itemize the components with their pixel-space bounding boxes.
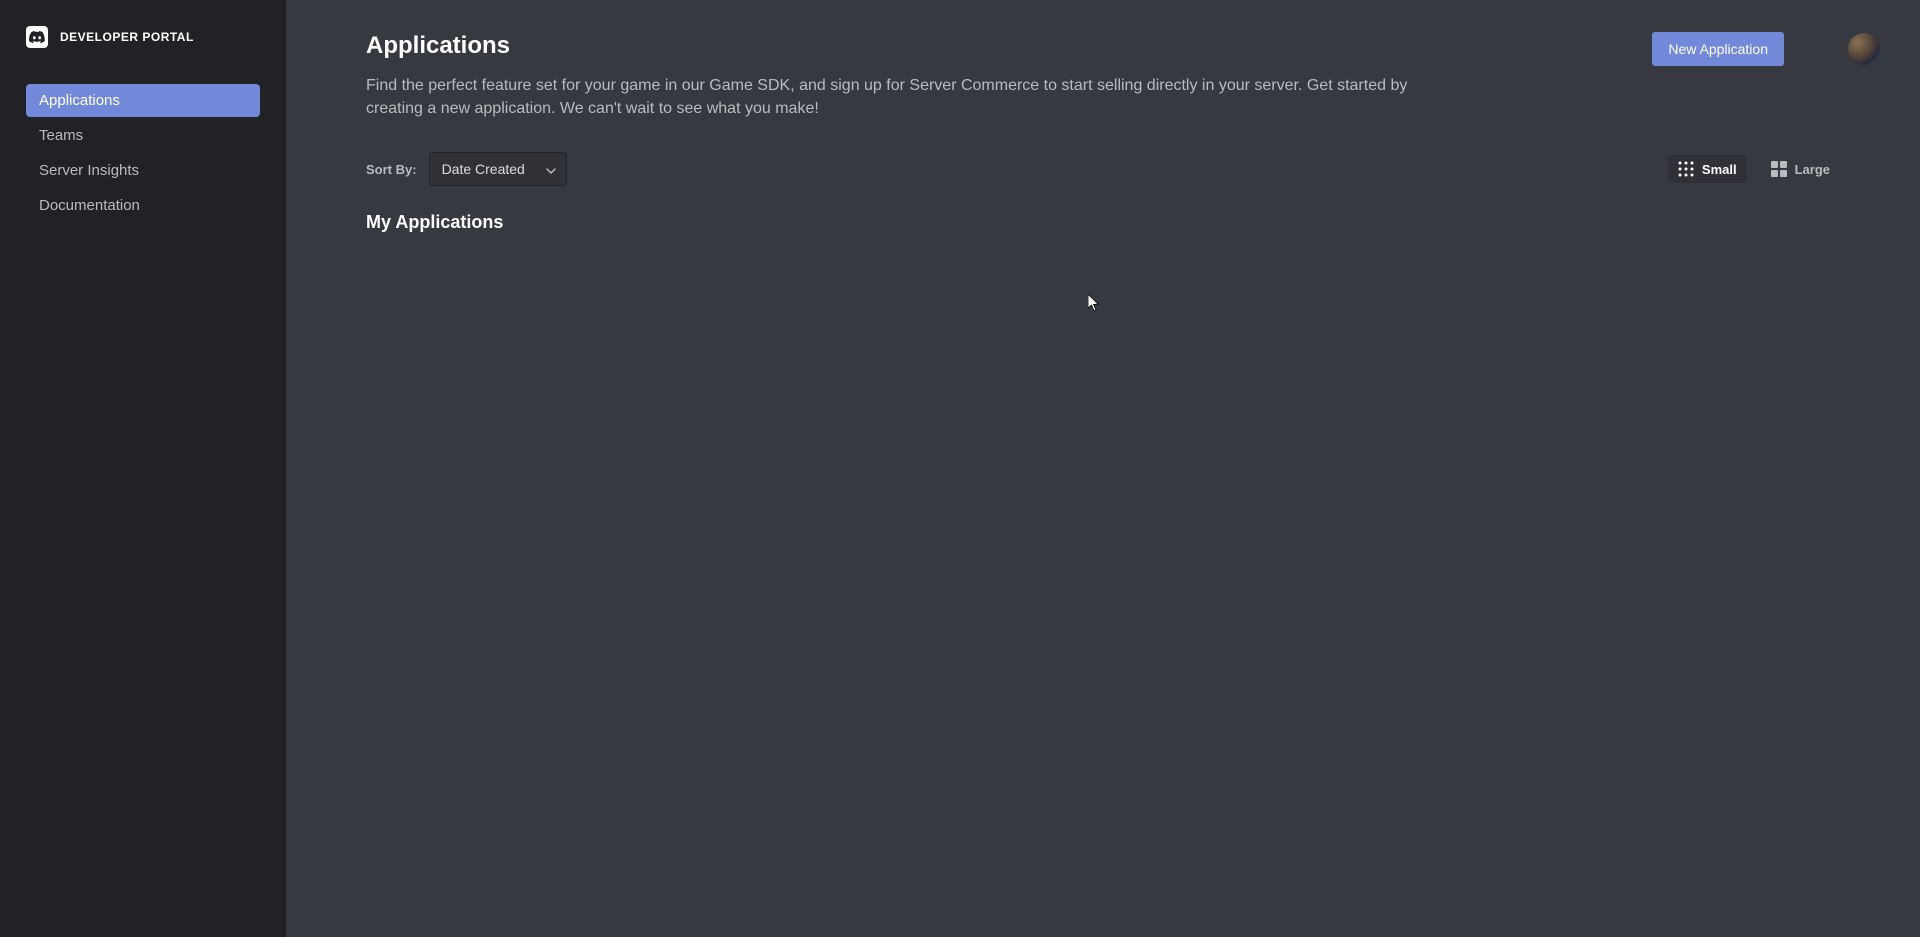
chevron-down-icon: [546, 161, 556, 177]
sidebar-item-applications[interactable]: Applications: [26, 84, 260, 117]
sort-select[interactable]: Date Created: [429, 152, 567, 186]
view-toggle-label: Large: [1795, 162, 1830, 177]
sidebar-item-server-insights[interactable]: Server Insights: [26, 154, 260, 187]
view-toggle-large[interactable]: Large: [1761, 155, 1840, 183]
view-toggle-label: Small: [1702, 162, 1737, 177]
page-title: Applications: [366, 32, 510, 60]
brand[interactable]: DEVELOPER PORTAL: [26, 26, 260, 48]
sidebar-item-label: Documentation: [39, 197, 140, 214]
main-content: Applications New Application Find the pe…: [286, 0, 1920, 937]
sidebar-item-documentation[interactable]: Documentation: [26, 189, 260, 222]
new-application-button[interactable]: New Application: [1652, 32, 1784, 66]
sidebar-item-label: Teams: [39, 127, 83, 144]
brand-title: DEVELOPER PORTAL: [60, 30, 194, 44]
sidebar: DEVELOPER PORTAL Applications Teams Serv…: [0, 0, 286, 937]
section-title: My Applications: [366, 212, 1840, 233]
sidebar-item-teams[interactable]: Teams: [26, 119, 260, 152]
controls-row: Sort By: Date Created Small: [366, 152, 1840, 186]
header-row: Applications: [366, 32, 1840, 60]
grid-large-icon: [1771, 161, 1787, 177]
grid-small-icon: [1678, 161, 1694, 177]
cursor-icon: [1088, 294, 1100, 317]
view-toggle-small[interactable]: Small: [1668, 155, 1747, 183]
header-actions: New Application: [1652, 32, 1880, 66]
sort-selected-value: Date Created: [442, 161, 525, 177]
sort-label: Sort By:: [366, 162, 417, 177]
sidebar-item-label: Applications: [39, 92, 120, 109]
view-toggles: Small Large: [1668, 155, 1840, 183]
sort-group: Sort By: Date Created: [366, 152, 567, 186]
discord-logo-icon: [26, 26, 48, 48]
page-description: Find the perfect feature set for your ga…: [366, 74, 1466, 120]
sidebar-item-label: Server Insights: [39, 162, 139, 179]
user-avatar[interactable]: [1848, 33, 1880, 65]
